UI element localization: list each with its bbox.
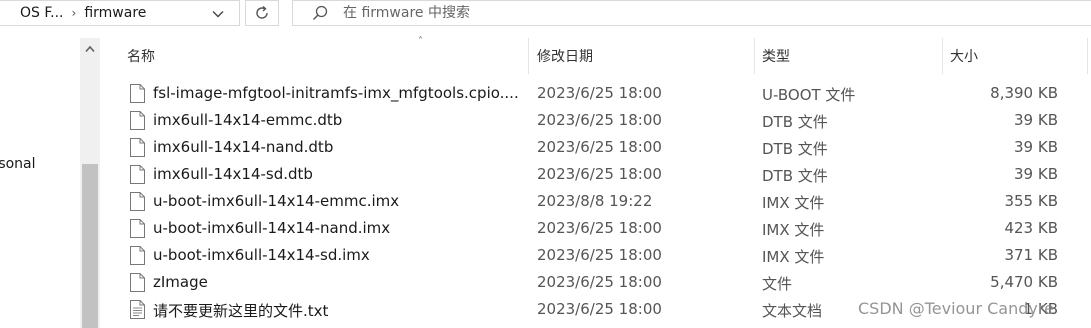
file-size: 423 KB <box>1004 219 1058 237</box>
file-type: 文件 <box>762 275 793 293</box>
nav-item-label: Personal <box>0 156 36 172</box>
file-row[interactable]: u-boot-imx6ull-14x14-nand.imx 2023/6/25 … <box>100 215 1091 242</box>
column-divider[interactable] <box>528 38 529 74</box>
file-row[interactable]: imx6ull-14x14-nand.dtb 2023/6/25 18:00 D… <box>100 134 1091 161</box>
file-size: 371 KB <box>1004 246 1058 264</box>
scrollbar-thumb[interactable] <box>82 164 98 328</box>
file-date: 2023/6/25 18:00 <box>537 84 662 102</box>
breadcrumb-os[interactable]: OS F... <box>20 5 64 21</box>
sort-ascending-icon: ˄ <box>418 36 423 47</box>
file-name: zImage <box>153 273 208 291</box>
file-row[interactable]: imx6ull-14x14-emmc.dtb 2023/6/25 18:00 D… <box>100 107 1091 134</box>
search-box[interactable] <box>292 0 1091 26</box>
file-type: DTB 文件 <box>762 113 828 131</box>
file-list: fsl-image-mfgtool-initramfs-imx_mfgtools… <box>100 80 1091 323</box>
file-type: IMX 文件 <box>762 194 825 212</box>
text-file-icon <box>130 300 145 319</box>
file-date: 2023/6/25 18:00 <box>537 165 662 183</box>
file-name: imx6ull-14x14-nand.dtb <box>153 138 334 156</box>
file-icon <box>130 246 145 265</box>
file-name: u-boot-imx6ull-14x14-nand.imx <box>153 219 391 237</box>
file-name: imx6ull-14x14-emmc.dtb <box>153 111 343 129</box>
file-icon <box>130 138 145 157</box>
column-header-size[interactable]: 大小 <box>950 38 978 74</box>
refresh-button[interactable] <box>245 0 279 26</box>
column-divider[interactable] <box>942 38 943 74</box>
file-date: 2023/6/25 18:00 <box>537 138 662 156</box>
column-header-date[interactable]: 修改日期 <box>537 38 593 74</box>
address-toolbar: OS F... › firmware <box>0 0 1091 30</box>
file-icon <box>130 192 145 211</box>
file-size: 39 KB <box>1014 165 1058 183</box>
file-name: u-boot-imx6ull-14x14-emmc.imx <box>153 192 400 210</box>
search-input[interactable] <box>343 5 943 21</box>
file-row[interactable]: imx6ull-14x14-sd.dtb 2023/6/25 18:00 DTB… <box>100 161 1091 188</box>
file-row[interactable]: u-boot-imx6ull-14x14-sd.imx 2023/6/25 18… <box>100 242 1091 269</box>
breadcrumb-chevron-icon[interactable]: › <box>72 6 77 20</box>
file-type: IMX 文件 <box>762 221 825 239</box>
file-name: 请不要更新这里的文件.txt <box>153 302 329 320</box>
file-type: U-BOOT 文件 <box>762 86 856 104</box>
file-type: DTB 文件 <box>762 140 828 158</box>
address-bar[interactable]: OS F... › firmware <box>0 0 240 26</box>
column-header-type[interactable]: 类型 <box>762 38 790 74</box>
column-header-name[interactable]: 名称 <box>127 38 155 74</box>
file-date: 2023/6/25 18:00 <box>537 273 662 291</box>
column-headers: ˄ 名称 修改日期 类型 大小 <box>100 36 1091 74</box>
file-name: u-boot-imx6ull-14x14-sd.imx <box>153 246 370 264</box>
file-row[interactable]: fsl-image-mfgtool-initramfs-imx_mfgtools… <box>100 80 1091 107</box>
column-divider[interactable] <box>1087 38 1088 74</box>
file-row[interactable]: u-boot-imx6ull-14x14-emmc.imx 2023/8/8 1… <box>100 188 1091 215</box>
file-icon <box>130 111 145 130</box>
file-date: 2023/6/25 18:00 <box>537 246 662 264</box>
file-date: 2023/6/25 18:00 <box>537 219 662 237</box>
file-size: 39 KB <box>1014 138 1058 156</box>
file-size: 8,390 KB <box>990 84 1058 102</box>
file-date: 2023/8/8 19:22 <box>537 192 653 210</box>
chevron-down-icon[interactable] <box>210 6 226 22</box>
file-icon <box>130 219 145 238</box>
file-size: 5,470 KB <box>990 273 1058 291</box>
file-type: DTB 文件 <box>762 167 828 185</box>
nav-scrollbar[interactable] <box>80 38 100 328</box>
file-date: 2023/6/25 18:00 <box>537 111 662 129</box>
navigation-pane: Personal <box>0 30 80 328</box>
file-icon <box>130 165 145 184</box>
file-row[interactable]: zImage 2023/6/25 18:00 文件 5,470 KB <box>100 269 1091 296</box>
refresh-icon <box>256 5 268 19</box>
file-size: 355 KB <box>1004 192 1058 210</box>
scroll-up-icon[interactable] <box>80 38 100 60</box>
breadcrumb-firmware[interactable]: firmware <box>84 5 146 21</box>
file-type: 文本文档 <box>762 302 823 320</box>
column-divider[interactable] <box>754 38 755 74</box>
file-name: fsl-image-mfgtool-initramfs-imx_mfgtools… <box>153 84 519 102</box>
nav-item-personal[interactable]: Personal <box>0 156 80 172</box>
file-size: 39 KB <box>1014 111 1058 129</box>
watermark: CSDN @Teviour Candyre <box>858 299 1054 318</box>
file-type: IMX 文件 <box>762 248 825 266</box>
file-name: imx6ull-14x14-sd.dtb <box>153 165 313 183</box>
file-icon <box>130 273 145 292</box>
file-date: 2023/6/25 18:00 <box>537 300 662 318</box>
search-icon <box>313 5 328 20</box>
file-icon <box>130 84 145 103</box>
